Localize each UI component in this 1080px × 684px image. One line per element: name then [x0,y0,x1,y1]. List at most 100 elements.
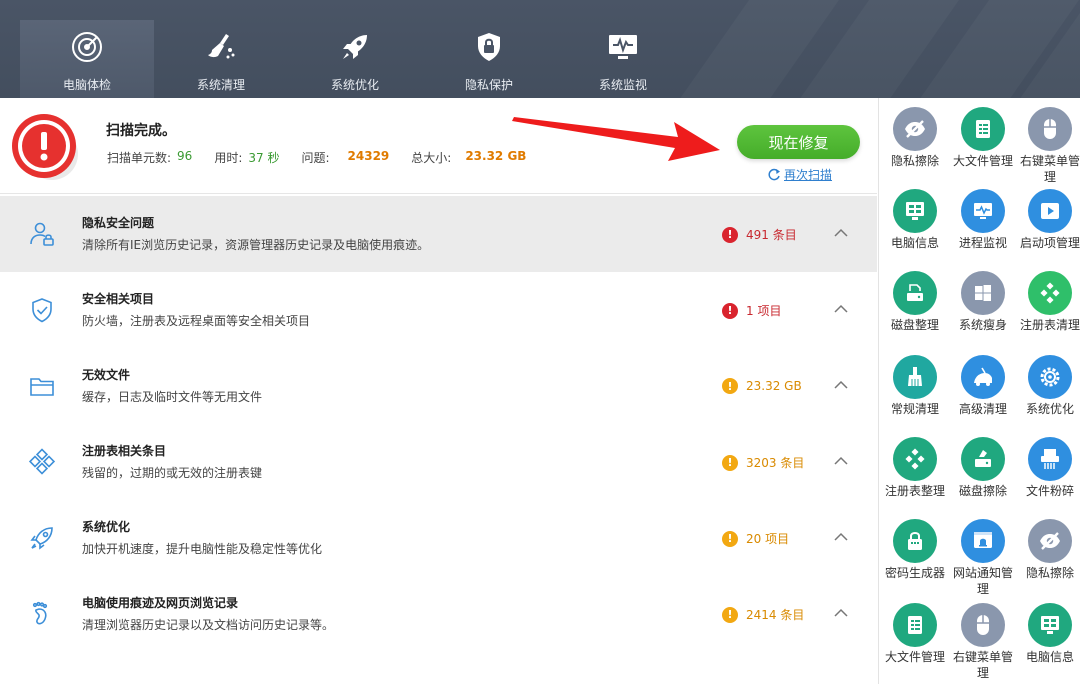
top-nav-bar: 电脑体检 系统清理 系统优化 [0,0,1080,98]
rescan-link[interactable]: 再次扫描 [768,166,832,183]
tool-label: 常规清理 [881,401,949,417]
tool-8[interactable]: 系统瘦身 [949,271,1017,333]
registry-icon [893,437,937,481]
fix-now-button[interactable]: 现在修复 [737,125,860,159]
warning-icon: ! [722,607,738,623]
shield-check-icon [28,296,56,324]
rocket-icon [28,524,56,552]
scan-status-title: 扫描完成。 [106,120,176,140]
tool-15[interactable]: 文件粉碎 [1016,437,1080,499]
tool-label: 隐私擦除 [881,153,949,169]
issue-row[interactable]: 系统优化 加快开机速度，提升电脑性能及稳定性等优化 !20 项目 [0,500,877,576]
tab-label: 隐私保护 [465,76,513,93]
tool-label: 电脑信息 [1016,649,1080,665]
tool-label: 磁盘整理 [881,317,949,333]
rocket-icon [338,30,372,64]
issue-title: 安全相关项目 [82,290,154,307]
chevron-up-icon[interactable] [833,228,849,238]
time-value: 37 秒 [248,149,279,166]
tool-10[interactable]: 常规清理 [881,355,949,417]
issue-row[interactable]: 无效文件 缓存，日志及临时文件等无用文件 !23.32 GB [0,348,877,424]
tool-18[interactable]: 隐私擦除 [1016,519,1080,581]
tool-14[interactable]: 磁盘擦除 [949,437,1017,499]
disk-erase-icon [961,437,1005,481]
tool-label: 文件粉碎 [1016,483,1080,499]
error-icon: ! [722,303,738,319]
tool-4[interactable]: 电脑信息 [881,189,949,251]
vacuum-icon [961,355,1005,399]
tool-19[interactable]: 大文件管理 [881,603,949,665]
tool-11[interactable]: 高级清理 [949,355,1017,417]
disk-icon [893,271,937,315]
tool-label: 右键菜单管理 [949,649,1017,681]
issues-value: 24329 [348,149,390,166]
chevron-up-icon[interactable] [833,456,849,466]
chevron-up-icon[interactable] [833,304,849,314]
issue-row[interactable]: 安全相关项目 防火墙，注册表及远程桌面等安全相关项目 !1 项目 [0,272,877,348]
tool-17[interactable]: 网站通知管理 [949,519,1017,597]
tool-21[interactable]: 电脑信息 [1016,603,1080,665]
tool-label: 注册表整理 [881,483,949,499]
tool-12[interactable]: 系统优化 [1016,355,1080,417]
tool-1[interactable]: 隐私擦除 [881,107,949,169]
warning-icon: ! [722,378,738,394]
scan-summary: 扫描完成。 扫描单元数: 96 用时: 37 秒 问题: 24329 总大小: … [0,98,877,194]
tool-6[interactable]: 启动项管理 [1016,189,1080,251]
tab-label: 电脑体检 [63,76,111,93]
red-arrow-annotation [510,112,720,164]
issue-desc: 防火墙，注册表及远程桌面等安全相关项目 [82,312,310,329]
file-list-icon [893,603,937,647]
tool-label: 高级清理 [949,401,1017,417]
issue-count: !20 项目 [722,530,789,547]
issue-count: !23.32 GB [722,378,802,394]
tool-2[interactable]: 大文件管理 [949,107,1017,169]
tool-5[interactable]: 进程监视 [949,189,1017,251]
units-value: 96 [177,149,192,166]
chevron-up-icon[interactable] [833,532,849,542]
tool-label: 启动项管理 [1016,235,1080,251]
issue-row[interactable]: 电脑使用痕迹及网页浏览记录 清理浏览器历史记录以及文档访问历史记录等。 !241… [0,576,877,652]
tool-9[interactable]: 注册表清理 [1016,271,1080,333]
scan-stats: 扫描单元数: 96 用时: 37 秒 问题: 24329 总大小: 23.32 … [107,149,526,166]
issues-label: 问题: [301,149,329,166]
size-label: 总大小: [411,149,451,166]
issue-desc: 缓存，日志及临时文件等无用文件 [82,388,262,405]
issue-row[interactable]: 隐私安全问题 清除所有IE浏览历史记录，资源管理器历史记录及电脑使用痕迹。 !4… [0,196,877,272]
monitor-icon [606,30,640,64]
issue-row[interactable]: 注册表相关条目 残留的，过期的或无效的注册表键 !3203 条目 [0,424,877,500]
app-window: 电脑体检 系统清理 系统优化 [0,0,1080,684]
radar-icon [70,30,104,64]
chevron-up-icon[interactable] [833,608,849,618]
folder-icon [28,372,56,400]
tab-system-clean[interactable]: 系统清理 [154,20,288,98]
tool-label: 大文件管理 [881,649,949,665]
tab-system-monitor[interactable]: 系统监视 [556,20,690,98]
error-icon: ! [722,227,738,243]
tab-privacy-protect[interactable]: 隐私保护 [422,20,556,98]
tool-20[interactable]: 右键菜单管理 [949,603,1017,681]
tool-label: 电脑信息 [881,235,949,251]
tab-system-optimize[interactable]: 系统优化 [288,20,422,98]
tool-7[interactable]: 磁盘整理 [881,271,949,333]
tool-16[interactable]: 密码生成器 [881,519,949,581]
tab-label: 系统优化 [331,76,379,93]
pc-icon [893,189,937,233]
alert-badge-icon [8,110,82,180]
issue-desc: 清理浏览器历史记录以及文档访问历史记录等。 [82,616,334,633]
tool-label: 磁盘擦除 [949,483,1017,499]
refresh-icon [768,168,781,181]
chevron-up-icon[interactable] [833,380,849,390]
eye-off-icon [1028,519,1072,563]
issue-list: 隐私安全问题 清除所有IE浏览历史记录，资源管理器历史记录及电脑使用痕迹。 !4… [0,196,877,652]
tab-pc-checkup[interactable]: 电脑体检 [20,20,154,98]
registry-icon [28,448,56,476]
issue-desc: 加快开机速度，提升电脑性能及稳定性等优化 [82,540,322,557]
tool-3[interactable]: 右键菜单管理 [1016,107,1080,185]
issue-count: !2414 条目 [722,606,804,623]
issue-count: !1 项目 [722,302,781,319]
shield-lock-icon [472,30,506,64]
lock-icon [893,519,937,563]
issue-title: 注册表相关条目 [82,442,166,459]
tool-13[interactable]: 注册表整理 [881,437,949,499]
eye-off-icon [893,107,937,151]
